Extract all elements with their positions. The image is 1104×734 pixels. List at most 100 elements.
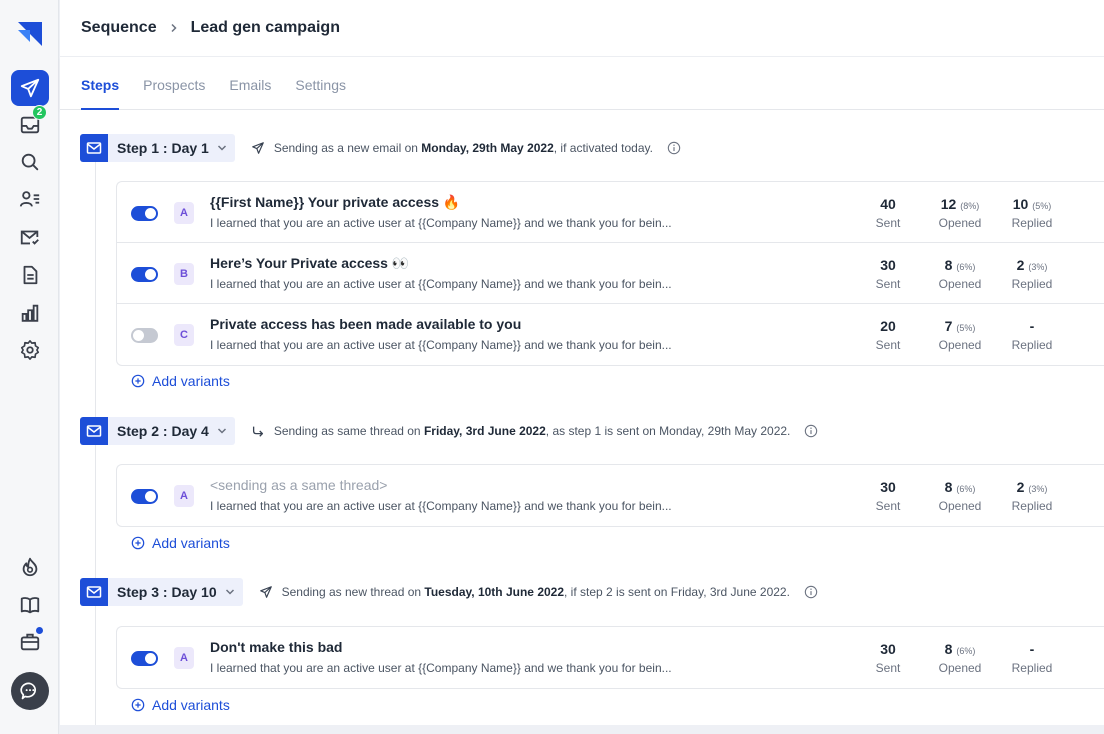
step-selector[interactable]: Step 2 : Day 4 (80, 417, 235, 445)
sidebar: 2 (0, 0, 59, 734)
note-date: Monday, 29th May 2022 (421, 141, 554, 155)
replied-label: Replied (1011, 661, 1053, 675)
variant-toggle[interactable] (131, 267, 158, 282)
prospects-nav-button[interactable] (11, 181, 49, 217)
add-variants-label: Add variants (152, 535, 230, 551)
settings-nav-button[interactable] (11, 332, 49, 368)
opened-label: Opened (938, 277, 982, 291)
replied-label: Replied (1011, 277, 1053, 291)
opened-percent: (6%) (956, 646, 976, 656)
step-header: Step 3 : Day 10 Sending as new thread on… (80, 578, 818, 606)
note-date: Friday, 3rd June 2022 (423, 424, 546, 438)
opened-label: Opened (938, 338, 982, 352)
variant-row[interactable]: B Here’s Your Private access 👀 I learned… (117, 243, 1104, 304)
note-suffix: , if step 2 is sent on Friday, 3rd June … (564, 585, 790, 599)
add-variants-button[interactable]: Add variants (131, 373, 230, 389)
variant-toggle[interactable] (131, 489, 158, 504)
add-variants-label: Add variants (152, 697, 230, 713)
variant-toggle[interactable] (131, 328, 158, 343)
step-schedule-note: Sending as same thread on Friday, 3rd Ju… (251, 424, 819, 438)
plus-circle-icon (131, 536, 145, 550)
replied-percent: (5%) (1032, 201, 1052, 211)
step-label: Step 1 : Day 1 (117, 140, 209, 156)
tab-prospects[interactable]: Prospects (143, 77, 205, 109)
document-icon (23, 265, 38, 285)
variant-preview: I learned that you are an active user at… (210, 216, 672, 230)
breadcrumb-parent[interactable]: Sequence (81, 19, 157, 37)
replied-count: 2 (1016, 257, 1025, 273)
integrations-nav-button[interactable] (11, 624, 49, 660)
templates-nav-button[interactable] (11, 257, 49, 293)
inbox-badge: 2 (32, 105, 47, 120)
sent-label: Sent (875, 277, 901, 291)
mail-check-icon (20, 230, 39, 245)
whats-new-nav-button[interactable] (11, 549, 49, 585)
step-header: Step 2 : Day 4 Sending as same thread on… (80, 417, 818, 445)
replied-stat: - Replied (1002, 318, 1062, 352)
send-icon (251, 141, 265, 155)
tab-settings[interactable]: Settings (295, 77, 346, 109)
step-selector[interactable]: Step 3 : Day 10 (80, 578, 243, 606)
mail-check-nav-button[interactable] (11, 219, 49, 255)
variant-row[interactable]: A Don't make this bad I learned that you… (117, 627, 1104, 688)
note-suffix: , as step 1 is sent on Monday, 29th May … (545, 424, 791, 438)
note-date: Tuesday, 10th June 2022 (424, 585, 565, 599)
sent-count: 40 (880, 196, 896, 212)
variant-row[interactable]: A {{First Name}} Your private access 🔥 I… (117, 182, 1104, 243)
replied-stat: 2 (3%) Replied (1002, 479, 1062, 513)
replied-label: Replied (1011, 499, 1053, 513)
info-icon[interactable] (804, 585, 818, 599)
chat-button[interactable] (11, 672, 49, 710)
inbox-nav-button[interactable]: 2 (11, 105, 49, 143)
variant-subject: Private access has been made available t… (210, 316, 522, 332)
search-nav-button[interactable] (11, 144, 49, 180)
main-panel: Sequence Lead gen campaign Steps Prospec… (60, 0, 1104, 725)
tab-emails[interactable]: Emails (229, 77, 271, 109)
replied-label: Replied (1011, 338, 1053, 352)
breadcrumb-current: Lead gen campaign (190, 19, 340, 36)
note-suffix: , if activated today. (553, 141, 653, 155)
variant-letter: A (174, 485, 194, 507)
notification-dot (36, 627, 43, 634)
sent-count: 30 (880, 257, 896, 273)
add-variants-button[interactable]: Add variants (131, 535, 230, 551)
sent-count: 20 (880, 318, 896, 334)
variant-toggle[interactable] (131, 206, 158, 221)
opened-count: 8 (944, 641, 953, 657)
step-selector[interactable]: Step 1 : Day 1 (80, 134, 235, 162)
guides-nav-button[interactable] (11, 587, 49, 623)
sent-count: 30 (880, 641, 896, 657)
opened-stat: 12 (8%) Opened (930, 196, 990, 230)
replied-percent: (3%) (1028, 484, 1048, 494)
add-variants-button[interactable]: Add variants (131, 697, 230, 713)
opened-stat: 8 (6%) Opened (930, 257, 990, 291)
variant-row[interactable]: C Private access has been made available… (117, 304, 1104, 365)
tab-steps[interactable]: Steps (81, 77, 120, 110)
opened-label: Opened (938, 216, 982, 230)
send-icon (259, 585, 273, 599)
variant-preview: I learned that you are an active user at… (210, 661, 672, 675)
chevron-down-icon (217, 426, 235, 436)
variant-toggle[interactable] (131, 651, 158, 666)
search-icon (21, 153, 39, 171)
briefcase-icon (20, 633, 40, 651)
sent-stat: 30 Sent (858, 479, 918, 513)
app-logo[interactable] (14, 16, 46, 48)
replied-count: - (1029, 318, 1035, 334)
sequences-nav-button[interactable] (11, 70, 49, 106)
chevron-right-icon (169, 23, 179, 33)
step-label: Step 3 : Day 10 (117, 584, 217, 600)
replied-count: 2 (1016, 479, 1025, 495)
info-icon[interactable] (667, 141, 681, 155)
variant-letter: C (174, 324, 194, 346)
reports-nav-button[interactable] (11, 295, 49, 331)
plus-circle-icon (131, 374, 145, 388)
plus-circle-icon (131, 698, 145, 712)
info-icon[interactable] (804, 424, 818, 438)
opened-percent: (8%) (960, 201, 980, 211)
opened-count: 7 (944, 318, 953, 334)
replied-stat: - Replied (1002, 641, 1062, 675)
bar-chart-icon (21, 304, 39, 322)
replied-count: - (1029, 641, 1035, 657)
variant-row[interactable]: A <sending as a same thread> I learned t… (117, 465, 1104, 526)
